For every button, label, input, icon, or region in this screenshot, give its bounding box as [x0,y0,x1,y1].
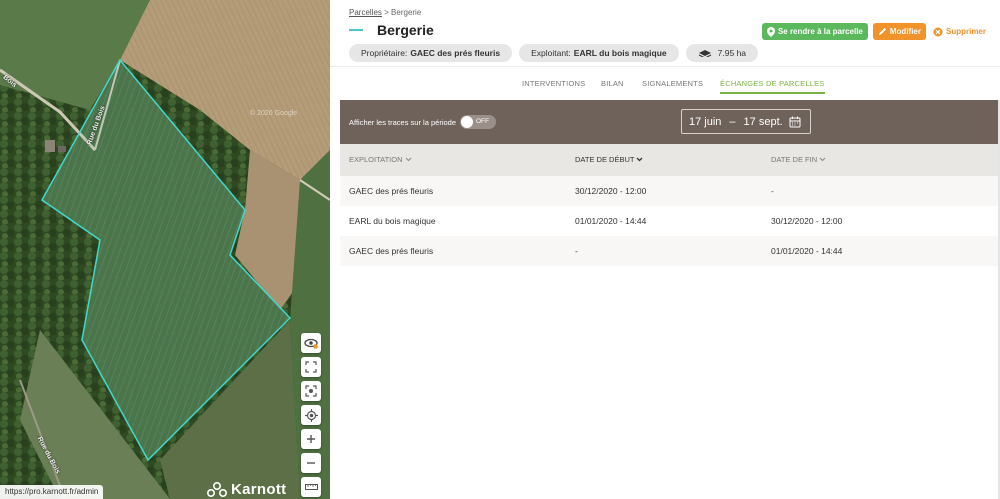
zoom-out-button[interactable] [301,453,321,473]
breadcrumb: Parcelles > Bergerie [349,8,421,17]
geolocate-button[interactable] [301,405,321,425]
chevron-down-icon [636,157,643,162]
filter-bar: Afficher les traces sur la période OFF 1… [340,100,1000,144]
cell-exploitation: EARL du bois magique [349,216,436,226]
karnott-logo-icon [207,481,227,497]
parcel-detail-panel: Parcelles > Bergerie Bergerie Se rendre … [330,0,1000,499]
operator-label: Exploitant: [531,48,571,58]
date-separator: – [729,115,736,128]
chevron-down-icon [405,157,411,162]
tab-bilan[interactable]: BILAN [601,79,624,88]
table-header: EXPLOITATION DATE DE DÉBUT DATE DE FIN [340,144,1000,176]
map-copyright: © 2020 Google [250,110,298,117]
column-header-date-debut[interactable]: DATE DE DÉBUT [575,155,643,164]
column-header-exploitation[interactable]: EXPLOITATION [349,155,412,164]
column-header-label: EXPLOITATION [349,155,403,164]
edit-label: Modifier [889,27,921,36]
table-row: GAEC des prés fleuris 30/12/2020 - 12:00… [340,176,1000,206]
pencil-icon [878,28,886,35]
locate-icon [304,408,318,422]
delete-button[interactable]: Supprimer [931,23,988,40]
go-to-parcel-button[interactable]: Se rendre à la parcelle [761,23,868,40]
traces-label: Afficher les traces sur la période [349,118,456,127]
tab-interventions[interactable]: INTERVENTIONS [522,79,585,88]
measure-button[interactable] [301,477,321,497]
map-pin-icon [766,26,775,37]
fullscreen-button[interactable] [301,357,321,377]
cell-date-debut: - [575,246,578,256]
focus-icon [305,385,317,397]
exchanges-table: EXPLOITATION DATE DE DÉBUT DATE DE FIN G… [340,144,1000,266]
area-chip: 7.95 ha [685,44,759,62]
ruler-icon [304,484,318,490]
delete-label: Supprimer [945,27,986,36]
action-buttons: Se rendre à la parcelle Modifier Supprim… [761,23,988,40]
owner-chip: Propriétaire: GAEC des prés fleuris [349,44,513,62]
layer-visibility-button[interactable] [301,333,321,353]
brand-name: Karnott [231,481,287,498]
cell-exploitation: GAEC des prés fleuris [349,246,434,256]
cell-date-fin: 30/12/2020 - 12:00 [771,216,843,226]
cell-exploitation: GAEC des prés fleuris [349,186,434,196]
table-row: GAEC des prés fleuris - 01/01/2020 - 14:… [340,236,1000,266]
tab-bar: INTERVENTIONS BILAN SIGNALEMENTS ÉCHANGE… [330,66,1000,100]
edit-button[interactable]: Modifier [872,23,926,40]
date-range-picker[interactable]: 17 juin – 17 sept. [681,109,811,134]
satellite-map[interactable]: Bois Rue du Bois Rue du Bois © 2020 Goog… [0,0,330,499]
table-row: EARL du bois magique 01/01/2020 - 14:44 … [340,206,1000,236]
chevron-down-icon [819,157,826,162]
breadcrumb-separator: > [384,8,389,17]
eye-icon [304,338,318,349]
title-row: Bergerie [349,22,434,38]
fullscreen-icon [305,361,317,373]
delete-circle-icon [933,27,943,36]
cell-date-fin: - [771,186,774,196]
column-header-label: DATE DE FIN [771,155,818,164]
title-accent [349,29,363,31]
go-to-parcel-label: Se rendre à la parcelle [777,27,863,36]
breadcrumb-current: Bergerie [391,8,422,17]
owner-value: GAEC des prés fleuris [410,48,501,58]
breadcrumb-link-parcelles[interactable]: Parcelles [349,8,382,17]
karnott-logo: Karnott [207,481,286,498]
center-parcel-button[interactable] [301,381,321,401]
operator-value: EARL du bois magique [573,48,667,58]
page-title: Bergerie [377,22,434,38]
tab-echanges-de-parcelles[interactable]: ÉCHANGES DE PARCELLES [720,79,825,94]
tab-signalements[interactable]: SIGNALEMENTS [642,79,703,88]
date-end: 17 sept. [743,115,783,128]
column-header-date-fin[interactable]: DATE DE FIN [771,155,826,164]
toggle-state: OFF [476,118,489,125]
cell-date-debut: 01/01/2020 - 14:44 [575,216,647,226]
area-value: 7.95 ha [717,48,747,58]
calendar-icon [789,116,801,128]
zoom-out-icon [307,462,315,464]
zoom-in-button[interactable] [301,429,321,449]
status-bar-url: https://pro.karnott.fr/admin [0,485,104,499]
layers-icon [698,50,711,57]
map-imagery [0,0,330,499]
cell-date-fin: 01/01/2020 - 14:44 [771,246,843,256]
owner-label: Propriétaire: [361,48,408,58]
parcel-info-chips: Propriétaire: GAEC des prés fleuris Expl… [349,44,759,62]
column-header-label: DATE DE DÉBUT [575,155,635,164]
date-start: 17 juin [689,115,722,128]
traces-toggle[interactable]: OFF [460,115,496,129]
zoom-in-icon [307,435,315,443]
toggle-knob [461,116,473,128]
cell-date-debut: 30/12/2020 - 12:00 [575,186,647,196]
operator-chip: Exploitant: EARL du bois magique [519,44,679,62]
